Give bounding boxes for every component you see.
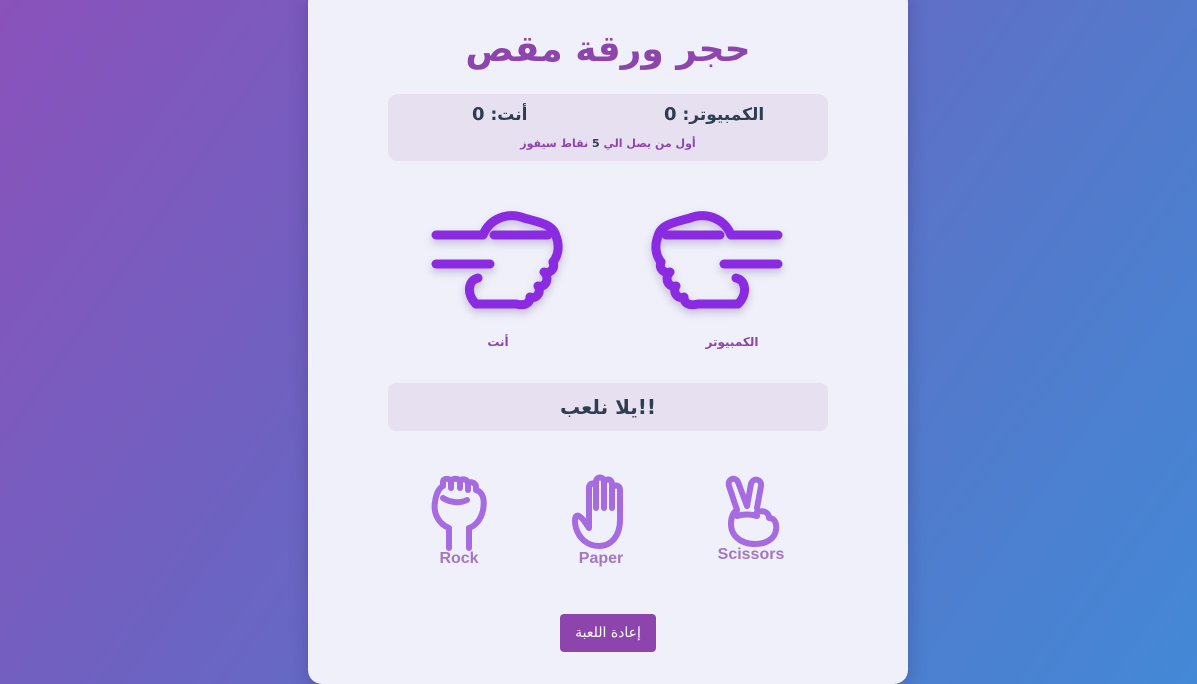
game-card: حجر ورقة مقص أنت: 0 الكمبيوتر: 0 أول من … [308,0,908,684]
scissors-choice-button[interactable]: Scissors [701,475,801,564]
user-hand-svg [431,211,563,310]
fist-pointing-left-icon [646,206,786,310]
user-score: أنت: 0 [472,104,527,125]
computer-score-label: الكمبيوتر: [682,105,765,125]
win-rule-after: نقاط سيفوز [520,137,589,150]
restart-game-button[interactable]: إعادة اللعبة [560,614,656,652]
paper-choice-button[interactable]: Paper [551,474,651,568]
fist-pointing-right-icon [428,206,568,310]
scoreboard: أنت: 0 الكمبيوتر: 0 أول من يصل الي 5 نقا… [388,94,828,161]
win-rule-before: أول من يصل الي [603,137,696,150]
page-title: حجر ورقة مقص [465,29,751,70]
computer-score-value: 0 [664,104,677,125]
user-score-label: أنت: [490,105,528,125]
rock-label: Rock [439,550,479,567]
result-message: !!يلا نلعب [388,383,828,431]
rock-choice-button[interactable]: Rock [409,475,509,568]
user-hand-label: أنت [487,335,509,349]
paper-label: Paper [578,550,624,567]
win-rule-text: أول من يصل الي 5 نقاط سيفوز [388,137,828,150]
scissors-label: Scissors [717,546,785,563]
scissors-hand-icon [725,475,780,547]
rock-fist-icon [431,475,487,551]
computer-score: الكمبيوتر: 0 [664,104,764,125]
user-score-value: 0 [472,104,485,125]
computer-hand-label: الكمبيوتر [705,335,759,349]
paper-hand-icon [572,474,623,549]
win-rule-target: 5 [592,137,600,150]
computer-hand-svg [651,211,783,310]
